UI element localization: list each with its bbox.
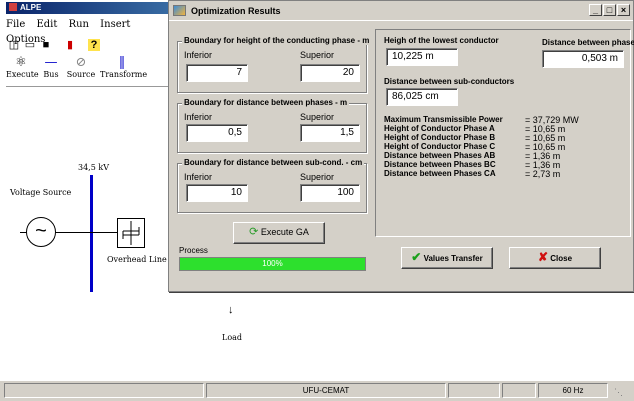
lowest-conductor-label: Heigh of the lowest conductor [384, 36, 499, 45]
transformer-button[interactable]: ‖ Transforme [100, 55, 148, 80]
transformer-icon [122, 221, 140, 245]
subcond-superior-label: Superior [300, 172, 335, 182]
subconductors-field[interactable]: 86,025 cm [386, 88, 458, 106]
status-bar: UFU-CEMAT 60 Hz ⋱ [0, 381, 634, 401]
bus-voltage-label: 34,5 kV [78, 163, 109, 172]
process-label: Process [179, 246, 208, 255]
checkmark-icon: ✔ [411, 250, 422, 264]
phase-superior-label: Superior [300, 112, 335, 122]
status-panel-frequency: 60 Hz [538, 383, 608, 398]
subconductor-distance-title: Boundary for distance between sub-cond. … [182, 158, 365, 167]
subconductor-distance-group: Boundary for distance between sub-cond. … [177, 158, 367, 213]
help-icon[interactable]: ? [88, 39, 100, 51]
resize-grip-icon[interactable]: ⋱ [614, 387, 626, 399]
execute-button[interactable]: ⚛ Execute [6, 55, 39, 80]
height-inferior-input[interactable]: 7 [186, 64, 248, 82]
result-label-dist-bc: Distance between Phases BC [384, 160, 496, 169]
source-icon: ⊘ [75, 55, 87, 70]
toolbar: ◫ ▭ ■ ▮ ? [6, 36, 176, 54]
phase-superior-input[interactable]: 1,5 [300, 124, 360, 142]
transformer-label: Transforme [100, 70, 148, 79]
app-titlebar: ALPE [6, 2, 176, 14]
result-label-dist-ca: Distance between Phases CA [384, 169, 496, 178]
menu-run[interactable]: Run [69, 19, 89, 30]
status-panel-org: UFU-CEMAT [206, 383, 446, 398]
source-label: Source [66, 70, 96, 79]
height-superior-input[interactable]: 20 [300, 64, 360, 82]
height-boundary-title: Boundary for height of the conducting ph… [182, 36, 372, 45]
dialog-titlebar: Optimization Results _ □ × [169, 1, 633, 21]
menu-insert[interactable]: Insert [100, 19, 130, 30]
phase-distance-title: Boundary for distance between phases - m [182, 98, 350, 107]
optimization-app-icon [173, 5, 186, 16]
height-superior-label: Superior [300, 50, 335, 60]
bus-label: Bus [43, 70, 59, 79]
lowest-conductor-field[interactable]: 10,225 m [386, 48, 458, 66]
new-icon[interactable]: ◫ [8, 39, 20, 51]
close-label: Close [550, 254, 573, 263]
subconductors-label: Distance between sub-conductors [384, 77, 515, 86]
bar-icon[interactable]: ▮ [64, 39, 76, 51]
minimize-button[interactable]: _ [589, 4, 602, 16]
app-icon [9, 3, 17, 11]
status-panel-1 [4, 383, 204, 398]
execute-icon: ⚛ [15, 55, 27, 70]
load-arrow-icon[interactable]: ↓ [228, 304, 234, 316]
menu-file[interactable]: File [6, 19, 25, 30]
overhead-line-label: Overhead Line [107, 255, 167, 264]
save-icon[interactable]: ■ [40, 39, 52, 51]
source-button[interactable]: ⊘ Source [66, 56, 96, 80]
phase-distance-group: Boundary for distance between phases - m… [177, 98, 367, 153]
x-mark-icon: ✘ [537, 250, 549, 264]
refresh-icon: ⟳ [249, 226, 259, 238]
values-transfer-label: Values Transfer [423, 254, 483, 263]
load-label: Load [222, 333, 243, 342]
execute-ga-label: Execute GA [260, 227, 309, 237]
menu-edit[interactable]: Edit [36, 19, 57, 30]
voltage-source-symbol[interactable]: ~ [26, 217, 56, 247]
distance-phases-field[interactable]: 0,503 m [542, 50, 624, 68]
execute-label: Execute [6, 70, 39, 79]
distance-phases-label: Distance between phases [542, 38, 634, 47]
open-icon[interactable]: ▭ [24, 39, 36, 51]
values-transfer-button[interactable]: ✔ Values Transfer [401, 247, 493, 269]
bus-icon: — [44, 55, 58, 70]
subcond-inferior-label: Inferior [184, 172, 213, 182]
transformer-icon: ‖ [118, 55, 126, 70]
phase-inferior-label: Inferior [184, 112, 213, 122]
app-title: ALPE [20, 3, 42, 12]
transformer-symbol[interactable] [117, 218, 145, 248]
optimization-results-dialog: Optimization Results _ □ × Boundary for … [168, 0, 634, 292]
process-progress-bar: 100% [179, 257, 366, 271]
phase-inferior-input[interactable]: 0,5 [186, 124, 248, 142]
toolbar-divider [6, 86, 171, 87]
result-label-phase-b: Height of Conductor Phase B [384, 133, 496, 142]
status-panel-4 [502, 383, 536, 398]
subcond-superior-input[interactable]: 100 [300, 184, 360, 202]
execute-ga-button[interactable]: ⟳ Execute GA [233, 222, 325, 244]
result-value-dist-ca: = 2,73 m [525, 169, 561, 179]
maximize-button[interactable]: □ [603, 4, 616, 16]
result-label-phase-a: Height of Conductor Phase A [384, 124, 495, 133]
results-panel: Heigh of the lowest conductor Distance b… [375, 29, 634, 237]
result-label-max-power: Maximum Transmissible Power [384, 115, 503, 124]
close-button[interactable]: ✘ Close [509, 247, 601, 269]
status-panel-3 [448, 383, 500, 398]
close-window-button[interactable]: × [617, 4, 630, 16]
bus-bar[interactable] [90, 175, 93, 292]
voltage-source-label: Voltage Source [10, 188, 72, 197]
result-label-dist-ab: Distance between Phases AB [384, 151, 496, 160]
component-toolbar: ⚛ Execute — Bus ⊘ Source ‖ Transforme [6, 56, 176, 84]
dialog-title: Optimization Results [191, 6, 281, 16]
subcond-inferior-input[interactable]: 10 [186, 184, 248, 202]
bus-button[interactable]: — Bus [40, 56, 62, 80]
menubar: File Edit Run Insert Options [6, 17, 176, 45]
height-boundary-group: Boundary for height of the conducting ph… [177, 36, 372, 93]
result-label-phase-c: Height of Conductor Phase C [384, 142, 496, 151]
height-inferior-label: Inferior [184, 50, 213, 60]
